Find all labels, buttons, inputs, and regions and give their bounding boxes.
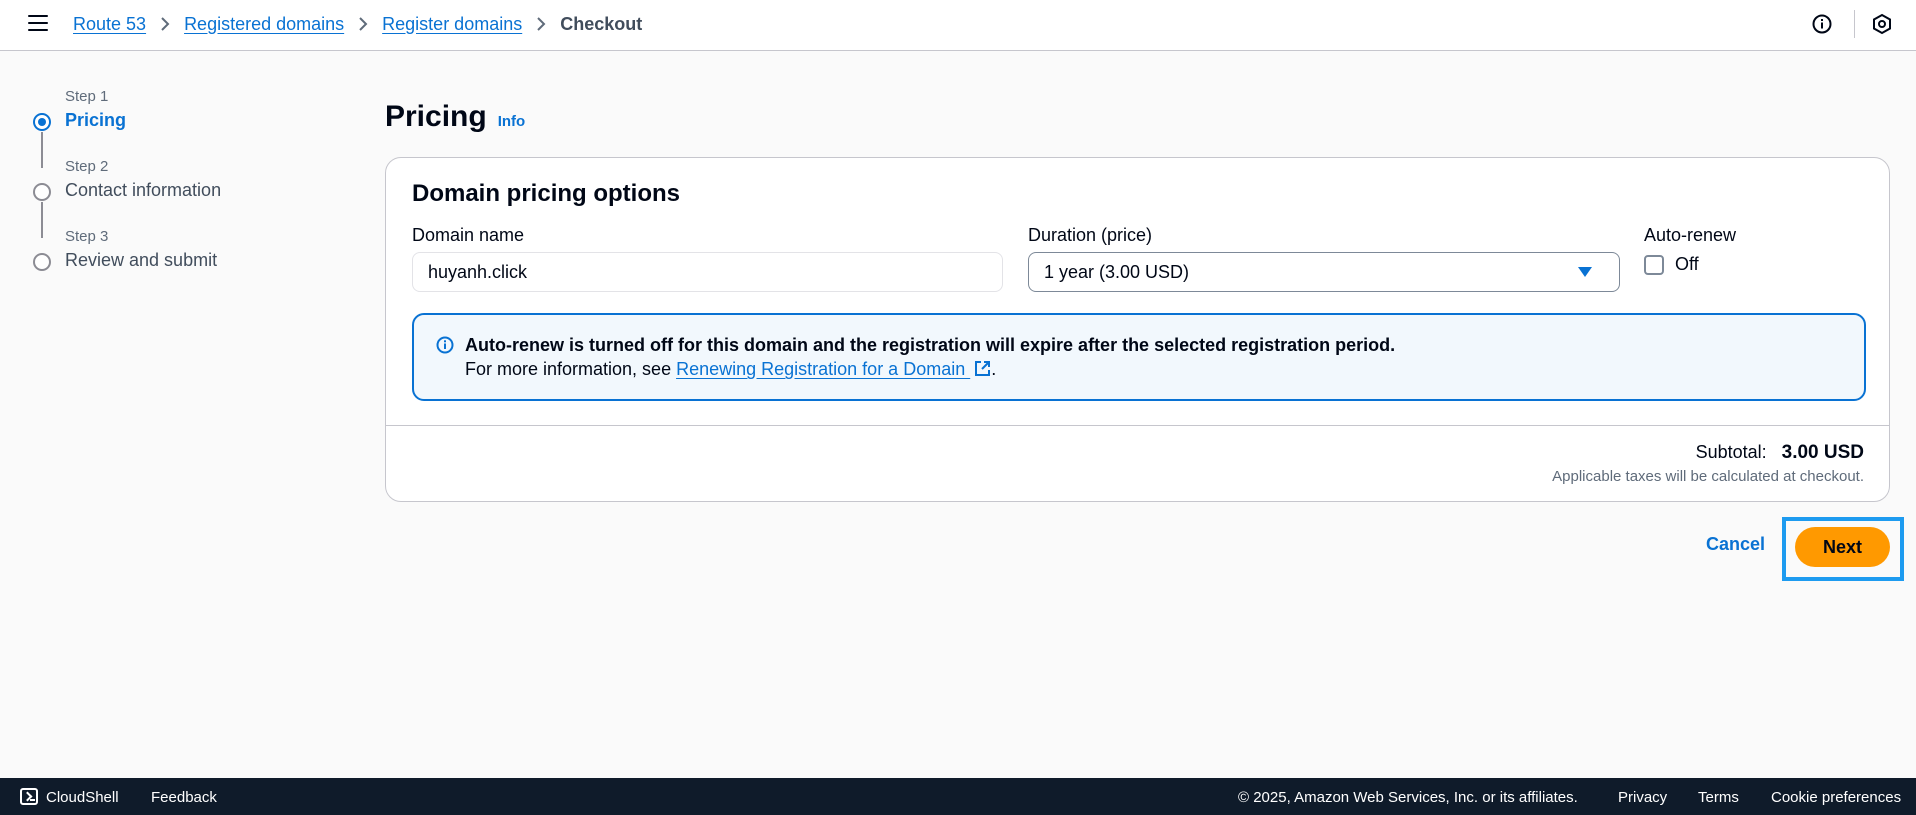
step-number: Step 1 [65, 88, 109, 105]
alert-body-prefix: For more information, see [465, 359, 677, 379]
menu-icon[interactable] [28, 15, 48, 31]
page-title: Pricing [385, 100, 487, 133]
terms-link[interactable]: Terms [1698, 789, 1739, 806]
renewing-registration-link[interactable]: Renewing Registration for a Domain [676, 359, 991, 379]
card-divider [386, 425, 1889, 426]
top-divider [1854, 10, 1855, 38]
domain-name-label: Domain name [412, 225, 525, 245]
chevron-right-icon [160, 16, 170, 32]
step-title: Pricing [65, 110, 127, 130]
step-active-indicator-icon [33, 113, 51, 131]
privacy-link[interactable]: Privacy [1618, 789, 1667, 806]
renewing-registration-link-text: Renewing Registration for a Domain [676, 359, 971, 379]
page-header: Pricing Info [385, 100, 525, 134]
duration-select[interactable]: 1 year (3.00 USD) [1028, 252, 1620, 292]
settings-hexagon-icon[interactable] [1871, 13, 1893, 35]
duration-selected-value: 1 year (3.00 USD) [1044, 261, 1190, 282]
duration-label: Duration (price) [1028, 225, 1153, 245]
step-review-and-submit: Step 3 Review and submit [30, 228, 330, 298]
cancel-button[interactable]: Cancel [1706, 534, 1765, 555]
auto-renew-info-alert: Auto-renew is turned off for this domain… [412, 313, 1866, 401]
step-pricing[interactable]: Step 1 Pricing [30, 88, 330, 168]
info-icon [436, 336, 454, 354]
step-title: Contact information [65, 180, 222, 200]
step-title: Review and submit [65, 250, 218, 270]
auto-renew-label: Auto-renew [1644, 225, 1737, 245]
subtotal-label: Subtotal: [1695, 442, 1767, 462]
tax-note: Applicable taxes will be calculated at c… [1552, 468, 1864, 485]
breadcrumb-register-domains[interactable]: Register domains [382, 14, 522, 35]
breadcrumb-current: Checkout [560, 13, 643, 34]
info-circle-icon[interactable] [1812, 14, 1832, 34]
breadcrumb-registered-domains[interactable]: Registered domains [184, 14, 344, 35]
step-indicator-icon [33, 253, 51, 271]
caret-down-icon [1578, 267, 1592, 277]
card-title: Domain pricing options [412, 180, 680, 207]
auto-renew-checkbox-label[interactable]: Off [1675, 254, 1699, 275]
wizard-steps: Step 1 Pricing Step 2 Contact informatio… [30, 88, 330, 298]
step-indicator-icon [33, 183, 51, 201]
domain-name-input[interactable] [412, 252, 1003, 292]
chevron-right-icon [358, 16, 368, 32]
chevron-right-icon [536, 16, 546, 32]
copyright: © 2025, Amazon Web Services, Inc. or its… [1238, 789, 1578, 806]
alert-body-suffix: . [991, 359, 997, 379]
auto-renew-checkbox[interactable] [1644, 255, 1664, 275]
cloudshell-link[interactable]: CloudShell [46, 789, 119, 806]
breadcrumb: Route 53 Registered domains Register dom… [73, 0, 642, 48]
subtotal-value: 3.00 USD [1781, 442, 1864, 463]
cloudshell-icon[interactable] [20, 788, 38, 805]
alert-body: For more information, see Renewing Regis… [465, 359, 996, 380]
step-number: Step 2 [65, 158, 109, 175]
subtotal: Subtotal: 3.00 USD [1696, 442, 1864, 464]
feedback-link[interactable]: Feedback [151, 789, 217, 806]
domain-pricing-card: Domain pricing options Domain name Durat… [385, 157, 1890, 502]
external-link-icon [975, 361, 991, 376]
cookie-preferences-link[interactable]: Cookie preferences [1771, 789, 1901, 806]
step-contact-information: Step 2 Contact information [30, 158, 330, 238]
footer: CloudShell Feedback © 2025, Amazon Web S… [0, 778, 1916, 815]
next-button[interactable]: Next [1795, 527, 1890, 567]
breadcrumb-route53[interactable]: Route 53 [73, 14, 146, 35]
alert-title: Auto-renew is turned off for this domain… [465, 335, 1396, 355]
info-link[interactable]: Info [498, 113, 526, 130]
step-number: Step 3 [65, 228, 109, 245]
top-navigation-bar: Route 53 Registered domains Register dom… [0, 0, 1916, 51]
